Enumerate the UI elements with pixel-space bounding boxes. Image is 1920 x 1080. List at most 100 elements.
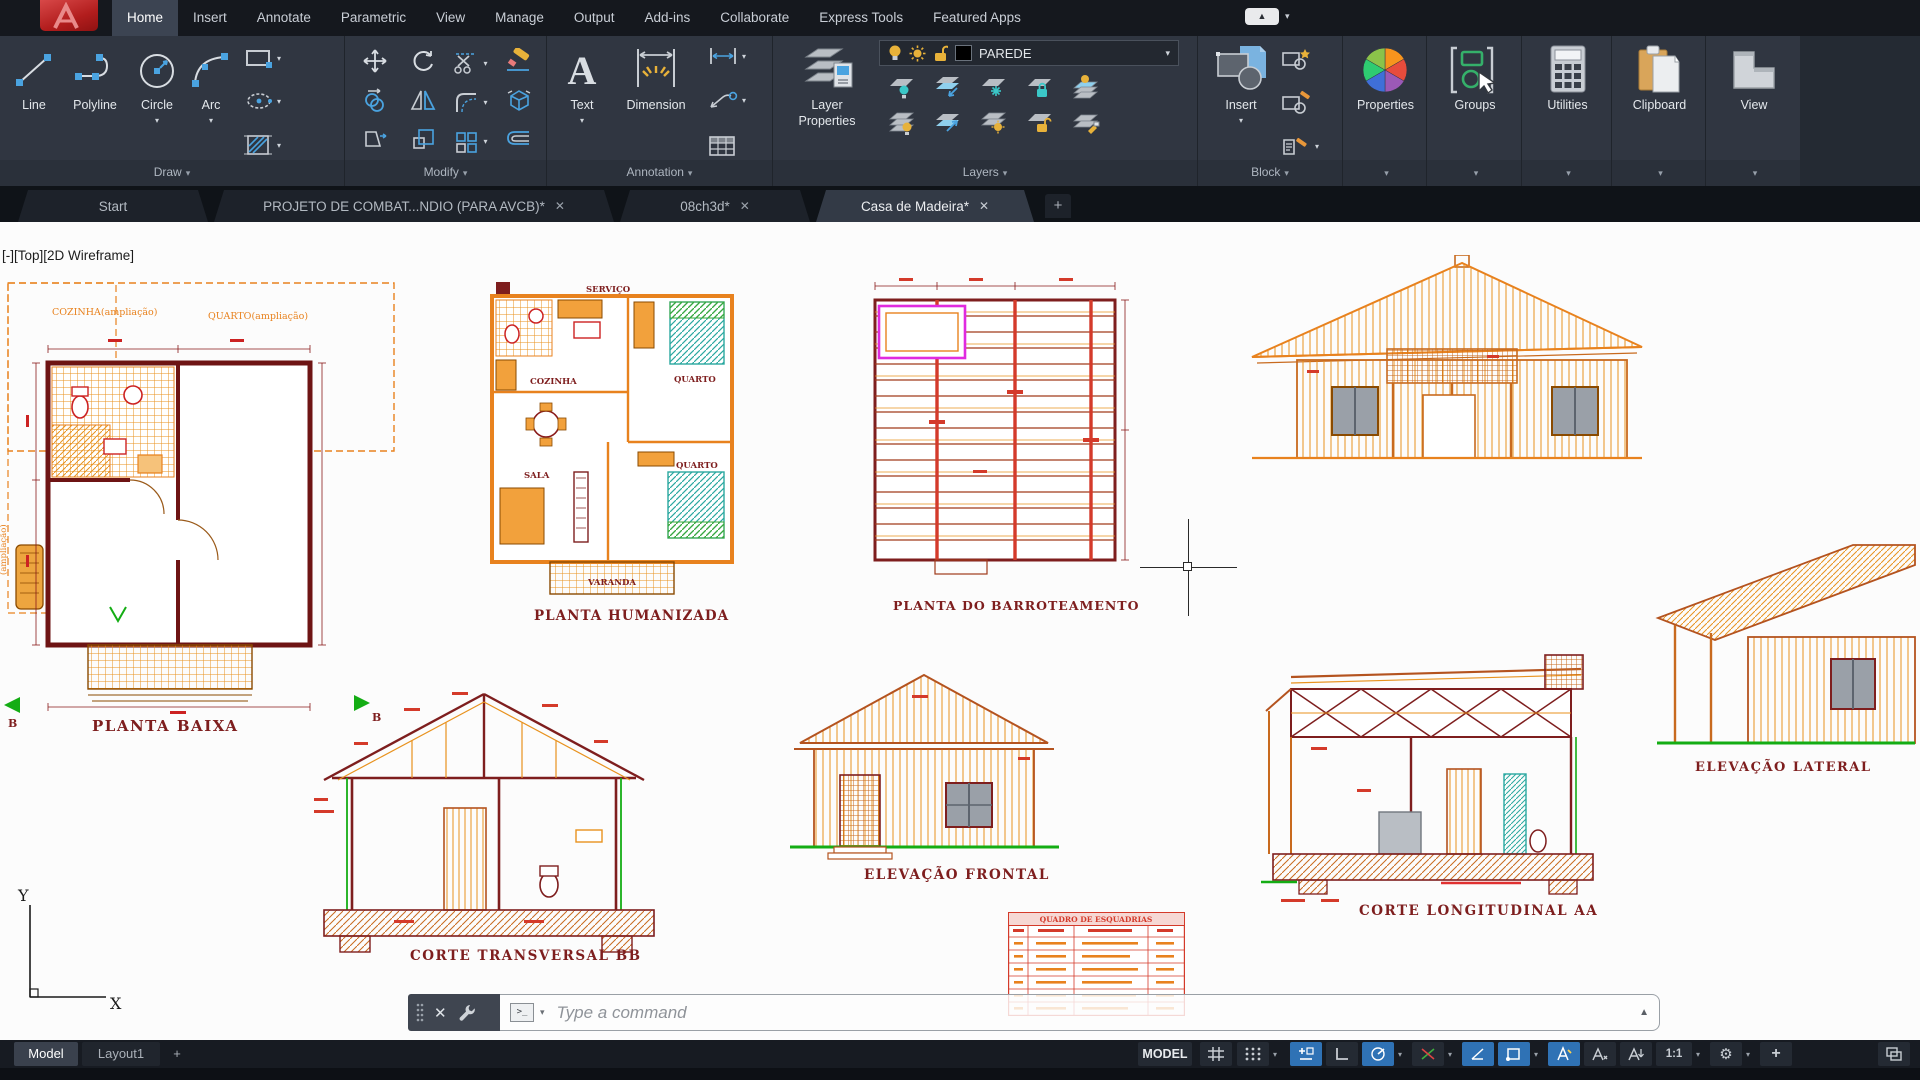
- panel-label-groups[interactable]: ▾: [1427, 160, 1521, 186]
- stretch-button[interactable]: [362, 126, 388, 157]
- isolate-objects-button[interactable]: +: [1760, 1042, 1792, 1066]
- trim-dropdown-icon[interactable]: ▾: [483, 59, 487, 68]
- clipboard-button[interactable]: Clipboard: [1633, 40, 1687, 114]
- arc-dropdown-icon[interactable]: ▾: [209, 116, 213, 125]
- command-history-icon[interactable]: ▲: [1639, 1007, 1649, 1018]
- rectangle-dropdown-icon[interactable]: ▾: [277, 54, 281, 63]
- customization-dropdown-icon[interactable]: ▾: [1746, 1050, 1750, 1059]
- properties-button[interactable]: Properties: [1357, 40, 1414, 114]
- rotate-button[interactable]: [410, 48, 436, 79]
- customization-gear-button[interactable]: ⚙: [1710, 1042, 1742, 1066]
- file-tab-casa-de-madeira[interactable]: Casa de Madeira*✕: [816, 190, 1034, 222]
- scale-button[interactable]: [410, 126, 436, 157]
- model-space-badge[interactable]: MODEL: [1138, 1042, 1192, 1066]
- mirror-button[interactable]: [410, 87, 436, 118]
- customize-wrench-icon[interactable]: [457, 1003, 476, 1022]
- osnap-tracking-toggle[interactable]: [1462, 1042, 1494, 1066]
- snap-dropdown-icon[interactable]: ▾: [1273, 1050, 1277, 1059]
- panel-label-view[interactable]: ▾: [1706, 160, 1800, 186]
- polar-tracking-toggle[interactable]: [1362, 1042, 1394, 1066]
- annotation-scale-value[interactable]: 1:1: [1656, 1042, 1692, 1066]
- dimension-button[interactable]: Dimension: [611, 40, 701, 114]
- offset-button[interactable]: [505, 127, 533, 156]
- tab-annotate[interactable]: Annotate: [242, 0, 326, 36]
- panel-label-utilities[interactable]: ▾: [1522, 160, 1611, 186]
- osnap-dropdown-icon[interactable]: ▾: [1534, 1050, 1538, 1059]
- array-dropdown-icon[interactable]: ▾: [483, 137, 487, 146]
- polar-dropdown-icon[interactable]: ▾: [1398, 1050, 1402, 1059]
- tab-view[interactable]: View: [421, 0, 480, 36]
- osnap-toggle[interactable]: [1498, 1042, 1530, 1066]
- explode-button[interactable]: [505, 87, 533, 118]
- close-icon[interactable]: ✕: [740, 199, 750, 213]
- rectangle-button[interactable]: ▾: [244, 46, 281, 70]
- layer-unlock-button[interactable]: [1025, 109, 1055, 140]
- layer-paint-button[interactable]: [1071, 109, 1101, 140]
- text-button[interactable]: A Text ▾: [553, 40, 611, 125]
- copy-button[interactable]: [362, 87, 388, 118]
- create-block-button[interactable]: [1280, 46, 1319, 70]
- table-button[interactable]: [707, 134, 746, 158]
- tab-parametric[interactable]: Parametric: [326, 0, 421, 36]
- panel-label-clipboard[interactable]: ▾: [1612, 160, 1705, 186]
- move-button[interactable]: [362, 48, 388, 79]
- hatch-button[interactable]: ▾: [244, 132, 281, 158]
- edit-attributes-dropdown-icon[interactable]: ▾: [1315, 142, 1319, 151]
- utilities-button[interactable]: Utilities: [1545, 40, 1591, 114]
- arc-button[interactable]: Arc ▾: [186, 40, 236, 125]
- annotation-scale-icon[interactable]: [1620, 1042, 1652, 1066]
- hatch-dropdown-icon[interactable]: ▾: [277, 141, 281, 150]
- model-tab[interactable]: Model: [14, 1042, 78, 1066]
- tab-home[interactable]: Home: [112, 0, 178, 36]
- autoscale-toggle[interactable]: [1584, 1042, 1616, 1066]
- ribbon-collapse-options-icon[interactable]: ▾: [1285, 11, 1290, 22]
- autocad-logo-icon[interactable]: [40, 0, 98, 31]
- file-tab-projeto[interactable]: PROJETO DE COMBAT...NDIO (PARA AVCB)*✕: [214, 190, 614, 222]
- ortho-toggle[interactable]: [1326, 1042, 1358, 1066]
- panel-label-modify[interactable]: Modify▾: [345, 160, 546, 186]
- viewport-controls-label[interactable]: [-][Top][2D Wireframe]: [2, 248, 134, 263]
- insert-button[interactable]: Insert ▾: [1204, 40, 1278, 125]
- isodraft-toggle[interactable]: [1412, 1042, 1444, 1066]
- layer-select[interactable]: PAREDE ▾: [879, 40, 1179, 66]
- close-command-line-icon[interactable]: ✕: [434, 1004, 447, 1022]
- tab-addins[interactable]: Add-ins: [629, 0, 705, 36]
- trim-button[interactable]: ▾: [454, 52, 487, 76]
- circle-button[interactable]: Circle ▾: [128, 40, 186, 125]
- graphics-performance-button[interactable]: [1878, 1042, 1910, 1066]
- command-line-handle[interactable]: ✕: [408, 994, 500, 1031]
- tab-manage[interactable]: Manage: [480, 0, 559, 36]
- new-drawing-tab-button[interactable]: +: [1045, 194, 1071, 218]
- ellipse-button[interactable]: ▾: [244, 89, 281, 113]
- polyline-button[interactable]: Polyline: [62, 40, 128, 114]
- panel-label-layers[interactable]: Layers▾: [773, 160, 1197, 186]
- layer-isolate-button[interactable]: [887, 74, 917, 105]
- recent-commands-icon[interactable]: ▾: [540, 1007, 545, 1018]
- tab-featured-apps[interactable]: Featured Apps: [918, 0, 1036, 36]
- circle-dropdown-icon[interactable]: ▾: [155, 116, 159, 125]
- dim-linear-button[interactable]: ▾: [707, 46, 746, 66]
- fillet-button[interactable]: ▾: [454, 91, 487, 115]
- layer-select-dropdown-icon[interactable]: ▾: [1165, 48, 1170, 59]
- layer-match-button[interactable]: [933, 109, 963, 140]
- layer-unisolate-button[interactable]: [933, 74, 963, 105]
- fillet-dropdown-icon[interactable]: ▾: [483, 98, 487, 107]
- close-icon[interactable]: ✕: [555, 199, 565, 213]
- dynamic-input-toggle[interactable]: [1290, 1042, 1322, 1066]
- array-button[interactable]: ▾: [454, 130, 487, 154]
- tab-express-tools[interactable]: Express Tools: [804, 0, 918, 36]
- layer-make-current-button[interactable]: [1071, 74, 1101, 105]
- layer-lock-button[interactable]: [1025, 74, 1055, 105]
- new-layout-button[interactable]: +: [164, 1042, 190, 1066]
- ribbon-collapse-button[interactable]: ▲: [1245, 8, 1279, 25]
- tab-output[interactable]: Output: [559, 0, 630, 36]
- snap-toggle[interactable]: [1237, 1042, 1269, 1066]
- layout1-tab[interactable]: Layout1: [82, 1042, 160, 1066]
- text-dropdown-icon[interactable]: ▾: [580, 116, 584, 125]
- leader-button[interactable]: ▾: [707, 89, 746, 111]
- dim-linear-dropdown-icon[interactable]: ▾: [742, 52, 746, 61]
- erase-button[interactable]: [505, 48, 533, 79]
- isodraft-dropdown-icon[interactable]: ▾: [1448, 1050, 1452, 1059]
- view-button[interactable]: View: [1728, 40, 1780, 114]
- panel-label-annotation[interactable]: Annotation▾: [547, 160, 772, 186]
